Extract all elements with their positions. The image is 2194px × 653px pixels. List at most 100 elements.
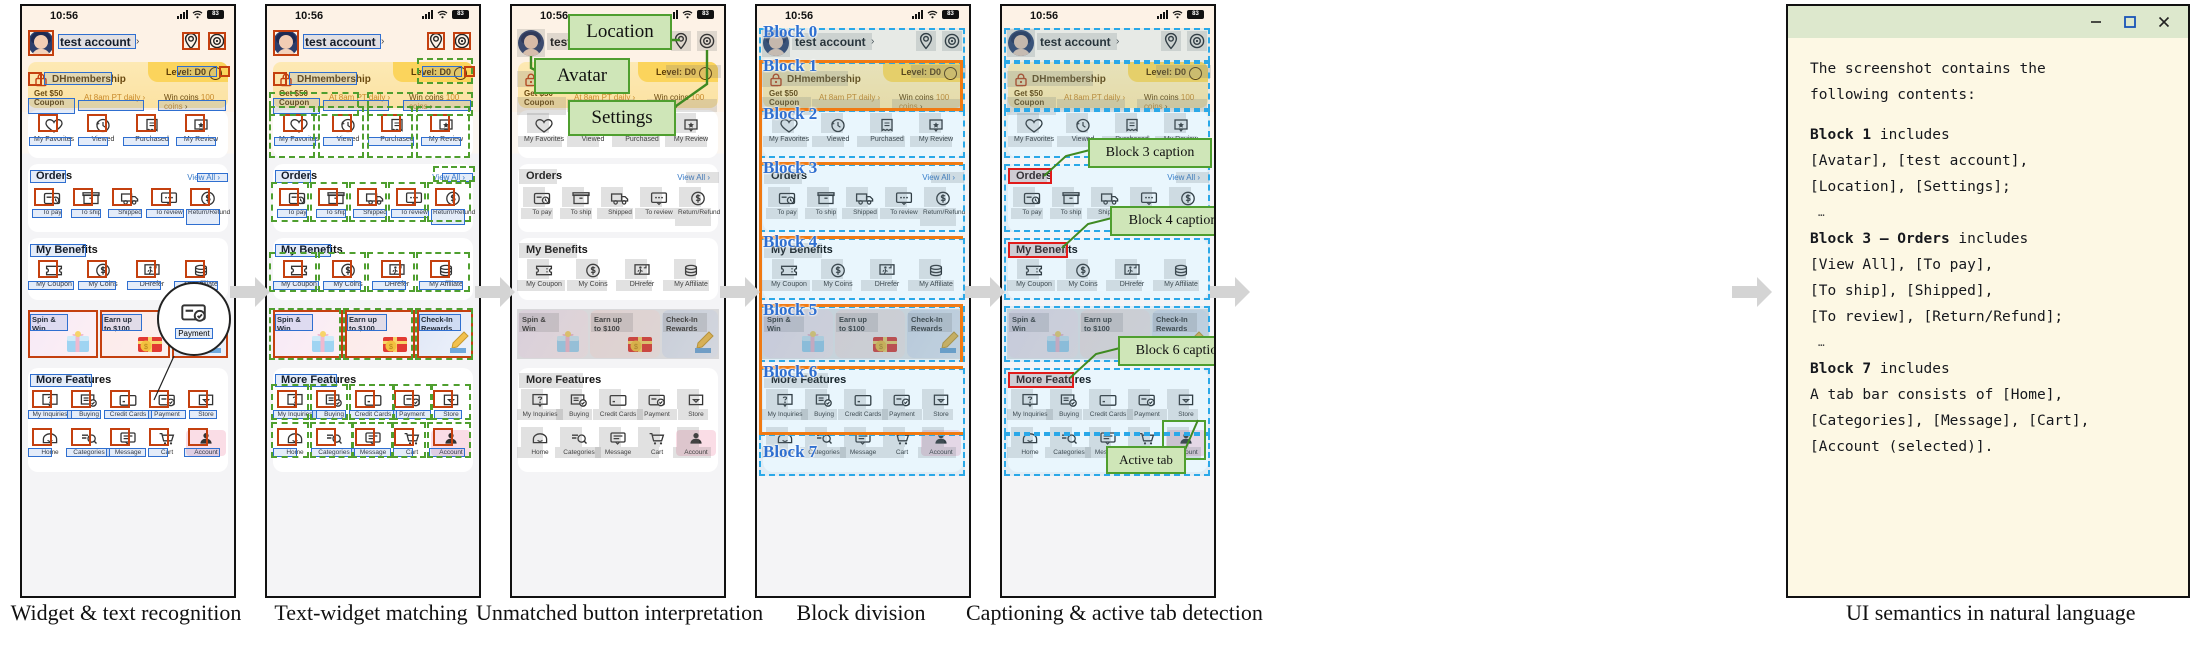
quick-item-1[interactable]: Viewed xyxy=(328,117,368,143)
quick-item-0[interactable]: My Favorites xyxy=(1014,117,1054,143)
orders-item-3[interactable]: To review xyxy=(884,190,924,216)
benefits-item-0[interactable]: My Coupon xyxy=(524,262,564,288)
orders-item-2[interactable]: Shipped xyxy=(355,190,395,216)
more-item-3[interactable]: Payment xyxy=(1127,392,1167,418)
tab-categories[interactable]: Categories xyxy=(1049,430,1089,456)
more-item-3[interactable]: Payment xyxy=(392,392,432,418)
settings-gear-icon[interactable] xyxy=(698,32,716,50)
gear-icon[interactable] xyxy=(944,67,957,80)
orders-view-all[interactable]: View All › xyxy=(677,173,710,182)
more-item-1[interactable]: Buying xyxy=(804,392,844,418)
orders-view-all[interactable]: View All › xyxy=(1167,173,1200,182)
membership-banner[interactable]: DHmembership Level: D0 Get $50 Coupon At… xyxy=(28,62,228,111)
gear-icon[interactable] xyxy=(209,67,222,80)
tab-home[interactable]: Home xyxy=(275,430,315,456)
tab-account[interactable]: Account xyxy=(676,430,716,456)
quick-item-0[interactable]: My Favorites xyxy=(34,117,74,143)
orders-item-1[interactable]: To ship xyxy=(316,190,356,216)
gear-icon[interactable] xyxy=(454,67,467,80)
orders-item-0[interactable]: To pay xyxy=(522,190,562,216)
tab-message[interactable]: Message xyxy=(108,430,148,456)
benefits-item-2[interactable]: DHrefer xyxy=(1112,262,1152,288)
more-item-2[interactable]: Credit Cards xyxy=(843,392,883,418)
settings-gear-icon[interactable] xyxy=(208,32,226,50)
quick-item-0[interactable]: My Favorites xyxy=(524,117,564,143)
more-item-4[interactable]: Store xyxy=(921,392,961,418)
orders-item-4[interactable]: Return/Refund xyxy=(433,190,475,216)
more-item-0[interactable]: My Inquiries xyxy=(1010,392,1050,418)
benefits-item-0[interactable]: My Coupon xyxy=(769,262,809,288)
username-chevron-icon[interactable]: › xyxy=(136,36,139,47)
tab-account[interactable]: Account xyxy=(921,430,961,456)
daily-label[interactable]: At 8am PT daily › xyxy=(819,93,880,102)
more-item-4[interactable]: Store xyxy=(676,392,716,418)
benefits-item-3[interactable]: My Affiliate xyxy=(1161,262,1201,288)
tab-account[interactable]: Account xyxy=(431,430,471,456)
location-pin-icon[interactable] xyxy=(917,32,935,50)
more-item-2[interactable]: Credit Cards xyxy=(353,392,393,418)
promo-1[interactable]: Earn upto $100 $ xyxy=(835,310,905,358)
promo-2[interactable]: Check-InRewards xyxy=(417,310,473,358)
daily-label[interactable]: At 8am PT daily › xyxy=(84,93,145,102)
win-coins-label[interactable]: Win coins 100 coins › xyxy=(409,93,473,111)
more-item-2[interactable]: Credit Cards xyxy=(108,392,148,418)
tab-home[interactable]: Home xyxy=(30,430,70,456)
membership-banner[interactable]: DHmembership Level: D0 Get $50 Coupon At… xyxy=(1008,62,1208,111)
orders-item-1[interactable]: To ship xyxy=(1051,190,1091,216)
promo-2[interactable]: Check-InRewards xyxy=(907,310,963,358)
orders-item-1[interactable]: To ship xyxy=(806,190,846,216)
more-item-1[interactable]: Buying xyxy=(69,392,109,418)
gear-icon[interactable] xyxy=(699,67,712,80)
more-item-0[interactable]: My Inquiries xyxy=(520,392,560,418)
tab-cart[interactable]: Cart xyxy=(882,430,922,456)
coupon-label[interactable]: Get $50 Coupon xyxy=(1014,89,1060,107)
promo-1[interactable]: Earn upto $100 $ xyxy=(590,310,660,358)
win-coins-label[interactable]: Win coins 100 coins › xyxy=(1144,93,1208,111)
promo-2[interactable]: Check-InRewards xyxy=(662,310,718,358)
more-item-3[interactable]: Payment xyxy=(147,392,187,418)
more-item-2[interactable]: Credit Cards xyxy=(598,392,638,418)
orders-item-4[interactable]: Return/Refund xyxy=(923,190,965,216)
location-pin-icon[interactable] xyxy=(672,32,690,50)
tab-message[interactable]: Message xyxy=(353,430,393,456)
orders-view-all[interactable]: View All › xyxy=(187,173,220,182)
tab-cart[interactable]: Cart xyxy=(147,430,187,456)
tab-categories[interactable]: Categories xyxy=(559,430,599,456)
orders-item-4[interactable]: Return/Refund xyxy=(188,190,230,216)
orders-item-0[interactable]: To pay xyxy=(277,190,317,216)
orders-item-1[interactable]: To ship xyxy=(561,190,601,216)
benefits-item-2[interactable]: DHrefer xyxy=(377,262,417,288)
location-pin-icon[interactable] xyxy=(1162,32,1180,50)
more-item-0[interactable]: My Inquiries xyxy=(30,392,70,418)
avatar-icon[interactable] xyxy=(273,30,299,56)
benefits-item-2[interactable]: DHrefer xyxy=(132,262,172,288)
tab-cart[interactable]: Cart xyxy=(637,430,677,456)
benefits-item-1[interactable]: My Coins xyxy=(83,262,123,288)
quick-item-3[interactable]: My Review xyxy=(426,117,466,143)
settings-gear-icon[interactable] xyxy=(453,32,471,50)
more-item-4[interactable]: Store xyxy=(186,392,226,418)
orders-item-2[interactable]: Shipped xyxy=(600,190,640,216)
quick-item-2[interactable]: Purchased xyxy=(867,117,907,143)
quick-item-3[interactable]: My Review xyxy=(671,117,711,143)
close-icon[interactable] xyxy=(2156,14,2172,30)
more-item-1[interactable]: Buying xyxy=(1049,392,1089,418)
membership-banner[interactable]: DHmembership Level: D0 Get $50 Coupon At… xyxy=(273,62,473,111)
location-pin-icon[interactable] xyxy=(182,32,200,50)
benefits-item-1[interactable]: My Coins xyxy=(818,262,858,288)
quick-item-3[interactable]: My Review xyxy=(916,117,956,143)
avatar-icon[interactable] xyxy=(1008,30,1034,56)
benefits-item-0[interactable]: My Coupon xyxy=(279,262,319,288)
orders-item-3[interactable]: To review xyxy=(149,190,189,216)
quick-item-0[interactable]: My Favorites xyxy=(279,117,319,143)
tab-message[interactable]: Message xyxy=(598,430,638,456)
orders-item-0[interactable]: To pay xyxy=(32,190,72,216)
username-chevron-icon[interactable]: › xyxy=(871,36,874,47)
benefits-item-3[interactable]: My Affiliate xyxy=(671,262,711,288)
benefits-item-1[interactable]: My Coins xyxy=(1063,262,1103,288)
orders-item-0[interactable]: To pay xyxy=(767,190,807,216)
settings-gear-icon[interactable] xyxy=(1188,32,1206,50)
settings-gear-icon[interactable] xyxy=(943,32,961,50)
more-item-3[interactable]: Payment xyxy=(882,392,922,418)
coupon-label[interactable]: Get $50 Coupon xyxy=(279,89,325,107)
